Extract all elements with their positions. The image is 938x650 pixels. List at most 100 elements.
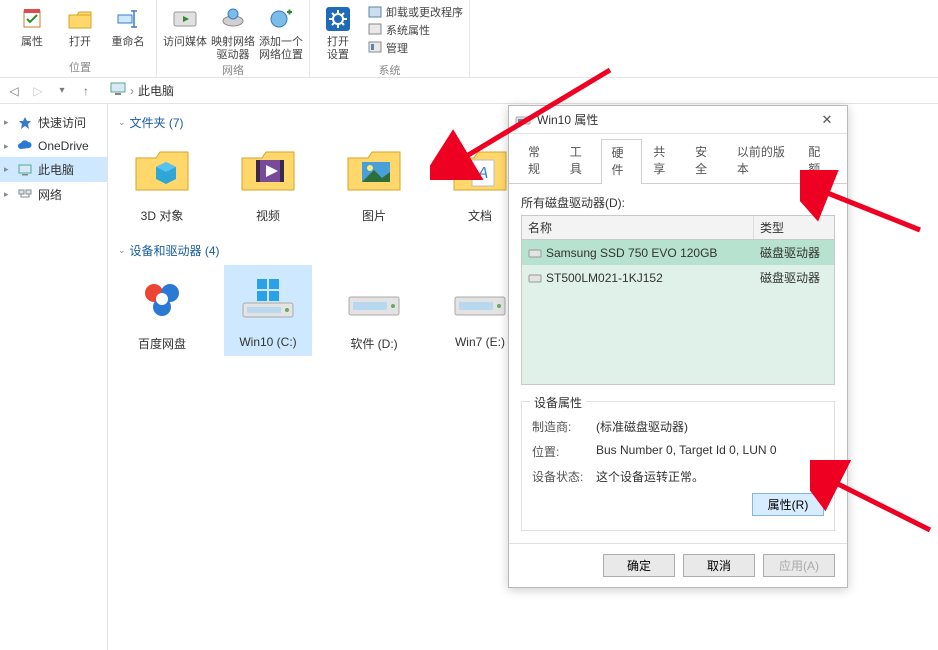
mini-label: 管理 <box>386 40 408 56</box>
cancel-button[interactable]: 取消 <box>683 554 755 577</box>
rename-icon <box>113 4 143 34</box>
col-name[interactable]: 名称 <box>522 216 754 239</box>
open-folder-icon <box>65 4 95 34</box>
drive-icon <box>450 269 510 329</box>
nav-back-icon[interactable]: ◁ <box>6 83 22 99</box>
dialog-titlebar[interactable]: Win10 属性 ✕ <box>509 106 847 134</box>
sysprops-icon <box>368 23 382 37</box>
folder-item-pictures[interactable]: 图片 <box>330 137 418 228</box>
pc-icon <box>18 163 32 177</box>
ribbon-group-location: 属性 打开 重命名 位置 <box>4 0 157 77</box>
chevron-right-icon: › <box>130 84 134 98</box>
folder-3d-icon <box>132 141 192 201</box>
drive-windows-icon <box>238 269 298 329</box>
apply-button[interactable]: 应用(A) <box>763 554 835 577</box>
ribbon-toolbar: 属性 打开 重命名 位置 访问媒体 <box>0 0 938 78</box>
sidebar-item-network[interactable]: ▸ 网络 <box>0 182 107 207</box>
nav-forward-icon[interactable]: ◁ <box>30 83 46 99</box>
breadcrumb[interactable]: › 此电脑 <box>110 82 174 99</box>
ribbon-settings-button[interactable]: 打开 设置 <box>316 2 360 62</box>
drive-icon <box>344 269 404 329</box>
drive-item-baidu[interactable]: 百度网盘 <box>118 265 206 356</box>
nav-up-icon[interactable]: ↑ <box>78 83 94 99</box>
item-label: 文档 <box>468 207 492 224</box>
item-label: 3D 对象 <box>141 207 184 224</box>
sidebar-label: 快速访问 <box>38 114 86 131</box>
ribbon-mapdrive-button[interactable]: 映射网络 驱动器 <box>211 2 255 62</box>
list-header: 名称 类型 <box>522 216 834 240</box>
ribbon-sysprops-button[interactable]: 系统属性 <box>368 22 463 38</box>
prop-val: (标准磁盘驱动器) <box>596 418 824 435</box>
caret-down-icon: ⌄ <box>118 117 126 128</box>
folder-item-videos[interactable]: 视频 <box>224 137 312 228</box>
drive-item-c[interactable]: Win10 (C:) <box>224 265 312 356</box>
ribbon-uninstall-button[interactable]: 卸载或更改程序 <box>368 4 463 20</box>
row-name: Samsung SSD 750 EVO 120GB <box>546 246 717 260</box>
ribbon-label: 映射网络 驱动器 <box>211 36 255 62</box>
close-button[interactable]: ✕ <box>813 110 841 130</box>
dialog-title: Win10 属性 <box>537 111 813 128</box>
device-props-box: 设备属性 制造商: (标准磁盘驱动器) 位置: Bus Number 0, Ta… <box>521 401 835 531</box>
properties-dialog: Win10 属性 ✕ 常规 工具 硬件 共享 安全 以前的版本 配额 所有磁盘驱… <box>508 105 848 588</box>
ribbon-media-button[interactable]: 访问媒体 <box>163 2 207 49</box>
network-icon <box>18 188 32 202</box>
drives-label: 所有磁盘驱动器(D): <box>521 194 835 211</box>
list-row[interactable]: Samsung SSD 750 EVO 120GB 磁盘驱动器 <box>522 240 834 265</box>
ribbon-label: 属性 <box>21 36 43 49</box>
uninstall-icon <box>368 5 382 19</box>
ribbon-group-label: 系统 <box>379 62 401 78</box>
ribbon-properties-button[interactable]: 属性 <box>10 2 54 49</box>
ok-button[interactable]: 确定 <box>603 554 675 577</box>
baidu-cloud-icon <box>132 269 192 329</box>
ribbon-rename-button[interactable]: 重命名 <box>106 2 150 49</box>
tab-quota[interactable]: 配额 <box>797 138 839 183</box>
tab-hardware[interactable]: 硬件 <box>601 139 643 184</box>
ribbon-label: 访问媒体 <box>163 36 207 49</box>
media-icon <box>170 4 200 34</box>
settings-gear-icon <box>323 4 353 34</box>
tab-previous[interactable]: 以前的版本 <box>726 138 797 183</box>
tab-sharing[interactable]: 共享 <box>642 138 684 183</box>
item-label: 图片 <box>362 207 386 224</box>
prop-key: 制造商: <box>532 418 596 435</box>
drive-item-d[interactable]: 软件 (D:) <box>330 265 418 356</box>
cloud-icon <box>18 139 32 153</box>
list-row[interactable]: ST500LM021-1KJ152 磁盘驱动器 <box>522 265 834 290</box>
ribbon-addnet-button[interactable]: 添加一个 网络位置 <box>259 2 303 62</box>
sidebar-item-thispc[interactable]: ▸ 此电脑 <box>0 157 107 182</box>
address-bar: ◁ ◁ ▾ ↑ › 此电脑 <box>0 78 938 104</box>
sidebar-label: 网络 <box>38 186 62 203</box>
properties-icon <box>17 4 47 34</box>
tab-security[interactable]: 安全 <box>684 138 726 183</box>
section-title: 设备和驱动器 (4) <box>130 242 220 259</box>
device-properties-button[interactable]: 属性(R) <box>752 493 824 516</box>
folder-item-3dobjects[interactable]: 3D 对象 <box>118 137 206 228</box>
dialog-tabstrip: 常规 工具 硬件 共享 安全 以前的版本 配额 <box>509 134 847 184</box>
item-label: 百度网盘 <box>138 335 186 352</box>
ribbon-label: 打开 设置 <box>327 36 349 62</box>
nav-dropdown-icon[interactable]: ▾ <box>54 83 70 99</box>
tab-general[interactable]: 常规 <box>517 138 559 183</box>
mini-label: 系统属性 <box>386 22 430 38</box>
ribbon-group-label: 位置 <box>69 59 91 75</box>
item-label: 视频 <box>256 207 280 224</box>
prop-key: 设备状态: <box>532 468 596 485</box>
ribbon-group-label: 网络 <box>222 62 244 78</box>
item-label: Win7 (E:) <box>455 335 505 349</box>
ribbon-open-button[interactable]: 打开 <box>58 2 102 49</box>
chevron-right-icon: ▸ <box>4 189 9 200</box>
pc-icon <box>110 82 126 99</box>
drive-list[interactable]: 名称 类型 Samsung SSD 750 EVO 120GB 磁盘驱动器 ST… <box>521 215 835 385</box>
mapdrive-icon <box>218 4 248 34</box>
col-type[interactable]: 类型 <box>754 216 834 239</box>
sidebar-item-quickaccess[interactable]: ▸ 快速访问 <box>0 110 107 135</box>
caret-down-icon: ⌄ <box>118 245 126 256</box>
chevron-right-icon: ▸ <box>4 164 9 175</box>
ribbon-manage-button[interactable]: 管理 <box>368 40 463 56</box>
ribbon-label: 打开 <box>69 36 91 49</box>
breadcrumb-root: 此电脑 <box>138 82 174 99</box>
item-label: Win10 (C:) <box>239 335 296 349</box>
props-box-title: 设备属性 <box>530 394 586 411</box>
tab-tools[interactable]: 工具 <box>559 138 601 183</box>
sidebar-item-onedrive[interactable]: ▸ OneDrive <box>0 135 107 157</box>
